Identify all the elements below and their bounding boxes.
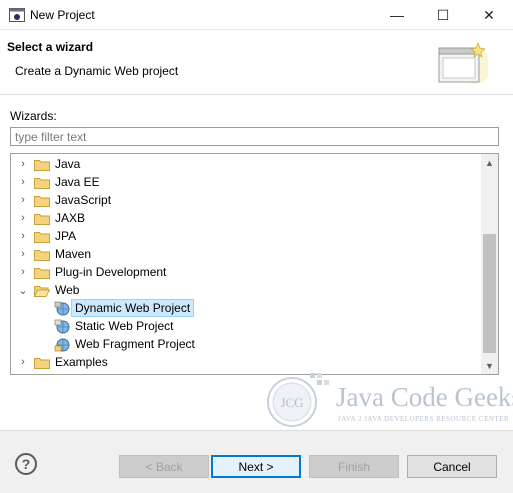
tree-item-label: Java — [55, 157, 81, 171]
minimize-button[interactable]: — — [374, 0, 420, 30]
tree-item-maven[interactable]: › Maven — [11, 245, 479, 263]
folder-icon — [34, 268, 50, 279]
chevron-right-icon[interactable]: › — [17, 193, 29, 207]
chevron-right-icon[interactable]: › — [17, 211, 29, 225]
tree-item-label: JPA — [55, 229, 77, 243]
tree-item-label: Java EE — [55, 175, 100, 189]
tree-item-jaxb[interactable]: › JAXB — [11, 209, 479, 227]
tree-item-dynamic-web-project[interactable]: Dynamic Web Project — [11, 299, 479, 317]
tree-item-static-web-project[interactable]: Static Web Project — [11, 317, 479, 335]
button-bar: ? < Back Next > Finish Cancel — [0, 430, 513, 493]
title-bar: New Project — ☐ ✕ — [0, 0, 513, 30]
tree-item-label: Web — [55, 283, 80, 297]
tree-item-label: Static Web Project — [75, 319, 174, 333]
scroll-up-arrow-icon[interactable]: ▲ — [481, 154, 498, 171]
wizard-header: Select a wizard Create a Dynamic Web pro… — [0, 30, 513, 95]
wizard-tree[interactable]: › Java › Java EE › JavaScript › JAXB › J… — [10, 153, 499, 375]
wizards-label: Wizards: — [10, 109, 57, 123]
chevron-right-icon[interactable]: › — [17, 229, 29, 243]
tree-item-label: JavaScript — [55, 193, 112, 207]
watermark-subtitle: JAVA 2 JAVA DEVELOPERS RESOURCE CENTER — [338, 415, 510, 423]
jcg-logo-icon: JCG — [267, 373, 329, 427]
tree-item-plugin-development[interactable]: › Plug-in Development — [11, 263, 479, 281]
static-web-project-icon — [54, 319, 70, 334]
jcg-logo-text: JCG — [280, 395, 303, 410]
help-button[interactable]: ? — [15, 453, 37, 475]
back-button[interactable]: < Back — [119, 455, 209, 478]
tree-item-label: Maven — [55, 247, 92, 261]
tree-item-web-fragment-project[interactable]: Web Fragment Project — [11, 335, 479, 353]
chevron-right-icon[interactable]: › — [17, 247, 29, 261]
finish-button[interactable]: Finish — [309, 455, 399, 478]
chevron-right-icon[interactable]: › — [17, 157, 29, 171]
window-title: New Project — [30, 8, 95, 22]
eclipse-window-icon — [9, 8, 25, 22]
cancel-button[interactable]: Cancel — [407, 455, 497, 478]
folder-icon — [34, 232, 50, 243]
tree-item-java[interactable]: › Java — [11, 155, 479, 173]
chevron-right-icon[interactable]: › — [17, 265, 29, 279]
next-button[interactable]: Next > — [211, 455, 301, 478]
close-button[interactable]: ✕ — [466, 0, 512, 30]
tree-item-web[interactable]: ⌄ Web — [11, 281, 479, 299]
scrollbar-thumb[interactable] — [483, 234, 496, 353]
tree-item-label: Web Fragment Project — [75, 337, 195, 351]
tree-scrollbar[interactable]: ▲ ▼ — [481, 154, 498, 374]
web-fragment-project-icon — [54, 338, 70, 352]
tree-item-jpa[interactable]: › JPA — [11, 227, 479, 245]
tree-item-java-ee[interactable]: › Java EE — [11, 173, 479, 191]
tree-item-label: Dynamic Web Project — [71, 299, 195, 317]
page-description: Create a Dynamic Web project — [15, 64, 179, 78]
chevron-down-icon[interactable]: ⌄ — [17, 283, 29, 297]
chevron-right-icon[interactable]: › — [17, 355, 29, 369]
tree-item-javascript[interactable]: › JavaScript — [11, 191, 479, 209]
chevron-right-icon[interactable]: › — [17, 175, 29, 189]
tree-item-label: Examples — [55, 355, 108, 369]
maximize-button[interactable]: ☐ — [420, 0, 466, 30]
folder-open-icon — [34, 286, 50, 297]
folder-icon — [34, 178, 50, 189]
tree-item-label: JAXB — [55, 211, 86, 225]
folder-icon — [34, 358, 50, 369]
folder-icon — [34, 214, 50, 225]
watermark-title: Java Code Geeks — [336, 382, 513, 412]
filter-input[interactable] — [10, 127, 499, 146]
dynamic-web-project-icon — [54, 301, 70, 316]
tree-item-label: Plug-in Development — [55, 265, 167, 279]
page-title: Select a wizard — [7, 40, 94, 54]
folder-icon — [34, 196, 50, 207]
folder-icon — [34, 250, 50, 261]
folder-icon — [34, 160, 50, 171]
java-code-geeks-watermark: JCG Java Code Geeks JAVA 2 JAVA DEVELOPE… — [264, 368, 513, 430]
new-wizard-banner-icon — [438, 42, 488, 84]
